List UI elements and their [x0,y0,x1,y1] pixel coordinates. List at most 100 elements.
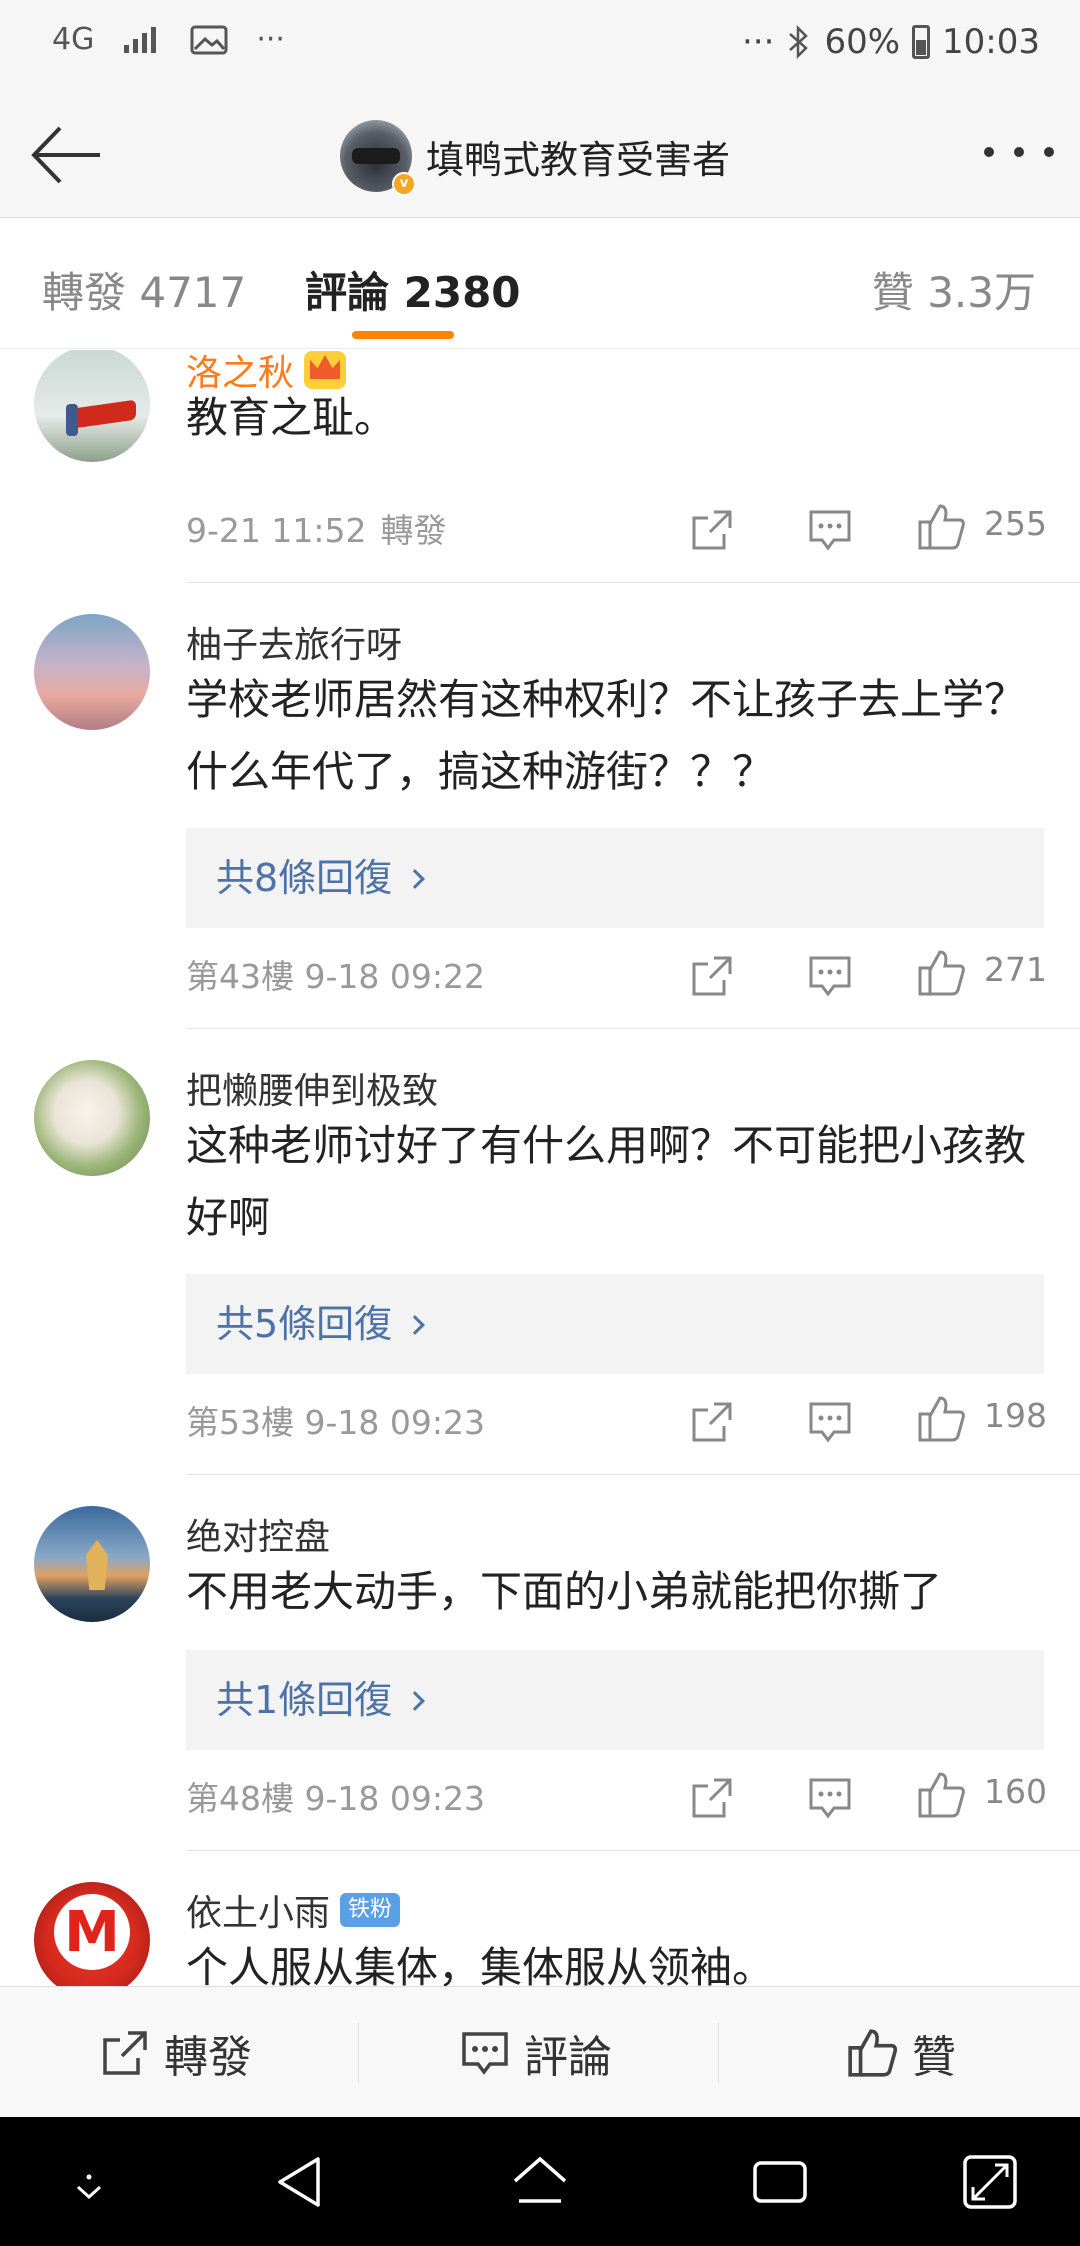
share-icon[interactable] [690,954,734,998]
more-options-icon[interactable] [984,132,1054,172]
chevron-down-icon[interactable] [54,2147,124,2217]
battery-percent: 60% [824,22,901,62]
comment-date: 9-18 09:23 [304,1403,486,1442]
comment-actions: 198 [690,1392,1050,1446]
system-nav-bar [0,2117,1080,2246]
comment-meta: 第53樓 9-18 09:23 [186,1396,485,1444]
status-right-more: ··· [742,22,775,62]
comment-author[interactable]: 把懒腰伸到极致 [186,1062,438,1114]
comment-author[interactable]: 绝对控盘 [186,1508,330,1560]
network-indicator: 4G [52,22,95,57]
comment-text: 教育之耻。 [186,393,397,442]
signal-icon [124,26,157,53]
repost-button[interactable]: 轉發 [100,1987,252,2118]
avatar[interactable] [34,1506,150,1622]
share-icon[interactable] [690,1400,734,1444]
chevron-right-icon [405,869,426,889]
comment-author[interactable]: 柚子去旅行呀 [186,616,402,668]
like-count: 160 [984,1772,1047,1811]
comment-meta: 第43樓 9-18 09:22 [186,950,485,998]
avatar[interactable] [34,1060,150,1176]
reply-icon[interactable] [808,1400,852,1444]
comment-text: 学校老师居然有这种权利？不让孩子去上学？什么年代了，搞这种游街？？？ [186,675,1027,796]
comment-actions: 160 [690,1768,1050,1822]
comment-author[interactable]: 依土小雨 铁粉 [186,1884,401,1936]
status-left: 4G ··· [52,22,285,57]
status-bar: 4G ··· ··· 60% 10:03 [0,0,1080,92]
comment-date: 9-21 11:52 [186,511,367,550]
tab-repost[interactable]: 轉發 4717 [42,259,246,320]
reply-icon[interactable] [808,508,852,552]
back-icon[interactable] [266,2147,336,2217]
reply-icon[interactable] [808,1776,852,1820]
avatar[interactable] [34,350,150,462]
divider [186,582,1080,583]
tab-comment[interactable]: 評論 2380 [305,259,521,320]
username-text[interactable]: 柚子去旅行呀 [186,616,402,668]
like-icon[interactable] [916,1394,966,1444]
username-text[interactable]: 绝对控盘 [186,1508,330,1560]
verified-badge: v [392,172,416,196]
avatar[interactable] [34,614,150,730]
recent-apps-icon[interactable] [745,2147,815,2217]
toolbar-separator [358,2023,359,2083]
comment-date: 9-18 09:22 [304,957,486,996]
floor-number: 第43樓 [186,957,294,996]
view-replies-button[interactable]: 共8條回復 [186,828,1044,928]
username-text[interactable]: 依土小雨 [186,1884,330,1936]
like-count: 271 [984,950,1047,989]
comment-text: 个人服从集体，集体服从领袖。 [186,1943,775,1986]
home-icon[interactable] [505,2147,575,2217]
comment-button[interactable]: 評論 [460,1987,612,2118]
fan-badge: 铁粉 [340,1893,401,1927]
like-icon[interactable] [916,1770,966,1820]
tab-bar: 轉發 4717 評論 2380 贊 3.3万 [0,219,1080,349]
status-more: ··· [256,22,285,57]
top-bar: v 填鸭式教育受害者 [0,92,1080,218]
like-count: 198 [984,1396,1047,1435]
page-title: 填鸭式教育受害者 [426,137,731,182]
reply-icon[interactable] [808,954,852,998]
comment-text: 这种老师讨好了有什么用啊？不可能把小孩教好啊 [186,1121,1027,1242]
status-right: ··· 60% 10:03 [742,22,1040,62]
comment-meta: 第48樓 9-18 09:23 [186,1772,485,1820]
expand-icon[interactable] [955,2147,1025,2217]
like-label: 贊 [912,2031,956,2083]
replies-count[interactable]: 共5條回復 [216,1302,392,1346]
share-icon[interactable] [690,1776,734,1820]
like-icon [848,2028,898,2077]
comment-repost-link[interactable]: 轉發 [381,511,447,550]
chevron-right-icon [405,1315,426,1335]
like-icon[interactable] [916,948,966,998]
active-tab-indicator [352,331,454,339]
comment-actions: 271 [690,946,1050,1000]
replies-count[interactable]: 共1條回復 [216,1678,392,1722]
view-replies-button[interactable]: 共1條回復 [186,1650,1044,1750]
like-count: 255 [984,504,1047,543]
back-arrow-icon[interactable] [28,116,106,194]
like-icon[interactable] [916,502,966,552]
view-replies-button[interactable]: 共5條回復 [186,1274,1044,1374]
comment-icon [462,2031,508,2075]
author-avatar[interactable]: v [340,120,416,196]
toolbar-separator [718,2023,719,2083]
comment-label: 評論 [524,2031,612,2083]
clock: 10:03 [942,22,1040,62]
header-title-group[interactable]: v 填鸭式教育受害者 [340,120,731,196]
avatar[interactable] [34,1882,150,1986]
comment-text: 不用老大动手，下面的小弟就能把你撕了 [186,1567,943,1616]
username-text[interactable]: 把懒腰伸到极致 [186,1062,438,1114]
comment-meta: 9-21 11:52 轉發 [186,504,447,552]
like-button[interactable]: 贊 [846,1987,956,2118]
comment-list[interactable]: 洛之秋 教育之耻。 9-21 11:52 轉發 255 柚子去旅行呀 学校老师居… [0,350,1080,1986]
replies-count[interactable]: 共8條回復 [216,856,392,900]
share-icon[interactable] [690,508,734,552]
comment-date: 9-18 09:23 [304,1779,486,1818]
repost-icon [103,2030,147,2075]
floor-number: 第48樓 [186,1779,294,1818]
divider [186,1850,1080,1851]
tab-like[interactable]: 贊 3.3万 [872,259,1036,320]
bottom-toolbar: 轉發 評論 贊 [0,1986,1080,2117]
divider [186,1474,1080,1475]
battery-icon [912,25,931,59]
